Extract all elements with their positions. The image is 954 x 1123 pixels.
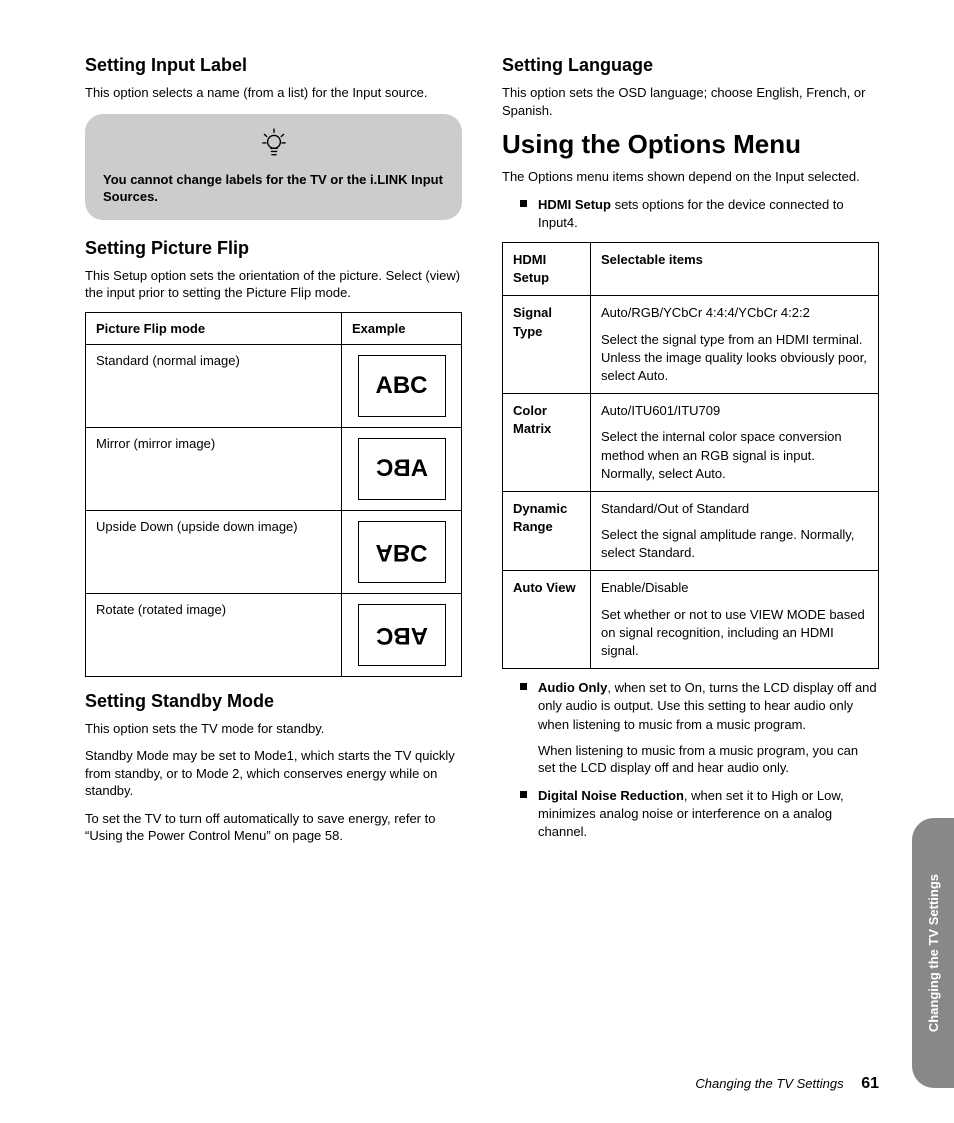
table-row: Dynamic RangeStandard/Out of StandardSel…: [503, 491, 879, 571]
flip-example-icon: ABC: [358, 521, 446, 583]
table-row: Color MatrixAuto/ITU601/ITU709Select the…: [503, 394, 879, 492]
flip-mode-label: Mirror (mirror image): [86, 427, 342, 510]
paragraph-picture-flip: This Setup option sets the orientation o…: [85, 267, 462, 302]
flip-example-cell: ABC: [342, 427, 462, 510]
hdmi-row-name: Signal Type: [503, 296, 591, 394]
callout-note: You cannot change labels for the TV or t…: [85, 114, 462, 220]
flip-example-cell: ABC: [342, 510, 462, 593]
bullet-audio-only: Audio Only, when set to On, turns the LC…: [520, 679, 879, 777]
options-bullets-bottom: Audio Only, when set to On, turns the LC…: [502, 679, 879, 841]
heading-picture-flip: Setting Picture Flip: [85, 238, 462, 259]
flip-example-cell: ABC: [342, 593, 462, 676]
flip-example-icon: ABC: [358, 438, 446, 500]
table-row: Rotate (rotated image) ABC: [86, 593, 462, 676]
footer-chapter: Changing the TV Settings: [695, 1076, 843, 1091]
hdmi-row-detail: Auto/ITU601/ITU709Select the internal co…: [591, 394, 879, 492]
options-bullets-top: HDMI Setup sets options for the device c…: [502, 196, 879, 232]
footer-page-number: 61: [861, 1075, 879, 1092]
paragraph-options-menu: The Options menu items shown depend on t…: [502, 168, 879, 186]
paragraph-language: This option sets the OSD language; choos…: [502, 84, 879, 119]
hdmi-row-detail: Auto/RGB/YCbCr 4:4:4/YCbCr 4:2:2Select t…: [591, 296, 879, 394]
callout-text: You cannot change labels for the TV or t…: [103, 171, 444, 206]
page-footer: Changing the TV Settings 61: [695, 1075, 879, 1093]
hdmi-row-name: Auto View: [503, 571, 591, 669]
left-column: Setting Input Label This option selects …: [85, 55, 462, 855]
bullet-digital-noise-reduction: Digital Noise Reduction, when set it to …: [520, 787, 879, 842]
bullet-hdmi-setup: HDMI Setup sets options for the device c…: [520, 196, 879, 232]
hdmi-th-col1: HDMI Setup: [503, 243, 591, 296]
heading-language: Setting Language: [502, 55, 879, 76]
side-tab: Changing the TV Settings: [912, 818, 954, 1088]
hdmi-setup-table: HDMI Setup Selectable items Signal TypeA…: [502, 242, 879, 669]
hdmi-row-detail: Enable/DisableSet whether or not to use …: [591, 571, 879, 669]
paragraph-input-label: This option selects a name (from a list)…: [85, 84, 462, 102]
side-tab-label: Changing the TV Settings: [926, 874, 941, 1032]
flip-mode-label: Standard (normal image): [86, 344, 342, 427]
right-column: Setting Language This option sets the OS…: [502, 55, 879, 855]
table-row: Standard (normal image) ABC: [86, 344, 462, 427]
hdmi-th-col2: Selectable items: [591, 243, 879, 296]
flip-example-cell: ABC: [342, 344, 462, 427]
paragraph-standby-3: To set the TV to turn off automatically …: [85, 810, 462, 845]
paragraph-standby-1: This option sets the TV mode for standby…: [85, 720, 462, 738]
flip-mode-label: Upside Down (upside down image): [86, 510, 342, 593]
table-row: Auto ViewEnable/DisableSet whether or no…: [503, 571, 879, 669]
flip-th-mode: Picture Flip mode: [86, 312, 342, 344]
heading-input-label: Setting Input Label: [85, 55, 462, 76]
table-row: Mirror (mirror image) ABC: [86, 427, 462, 510]
table-row: Signal TypeAuto/RGB/YCbCr 4:4:4/YCbCr 4:…: [503, 296, 879, 394]
hdmi-row-name: Dynamic Range: [503, 491, 591, 571]
flip-th-example: Example: [342, 312, 462, 344]
heading-options-menu: Using the Options Menu: [502, 129, 879, 160]
hdmi-row-detail: Standard/Out of StandardSelect the signa…: [591, 491, 879, 571]
table-row: Upside Down (upside down image) ABC: [86, 510, 462, 593]
two-column-layout: Setting Input Label This option selects …: [85, 55, 879, 855]
lightbulb-icon: [103, 128, 444, 163]
picture-flip-table: Picture Flip mode Example Standard (norm…: [85, 312, 462, 677]
flip-example-icon: ABC: [358, 604, 446, 666]
flip-example-icon: ABC: [358, 355, 446, 417]
hdmi-row-name: Color Matrix: [503, 394, 591, 492]
paragraph-standby-2: Standby Mode may be set to Mode1, which …: [85, 747, 462, 800]
bullet-audio-only-sub: When listening to music from a music pro…: [538, 742, 879, 777]
heading-standby: Setting Standby Mode: [85, 691, 462, 712]
flip-mode-label: Rotate (rotated image): [86, 593, 342, 676]
